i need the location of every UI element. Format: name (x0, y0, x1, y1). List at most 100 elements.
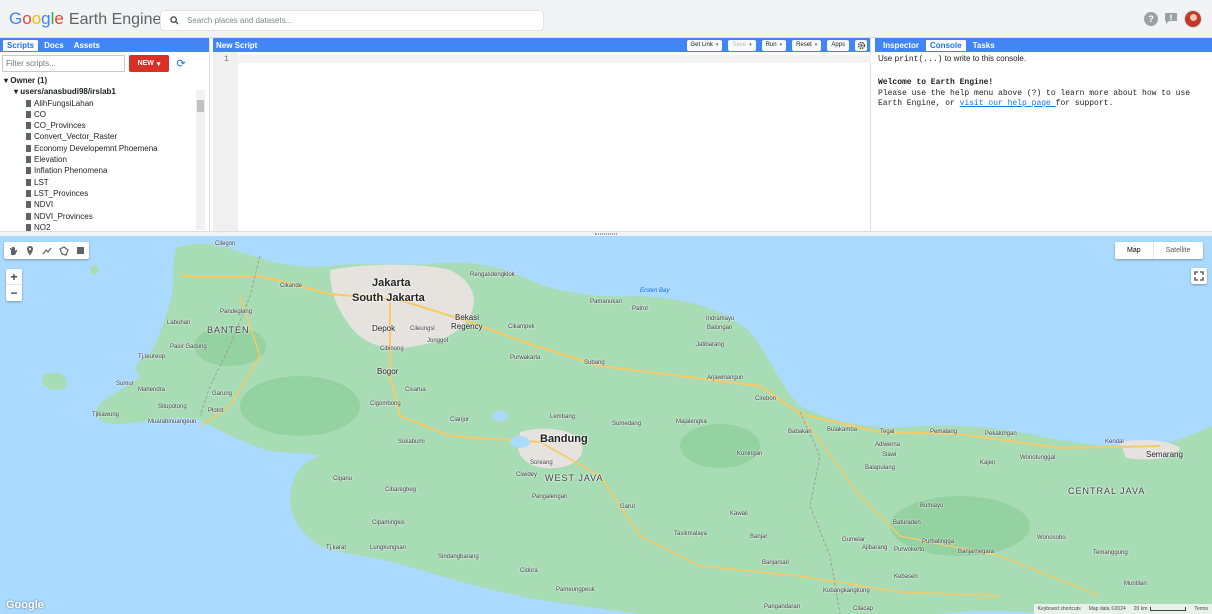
scripts-panel: Scripts Docs Assets NEW▾ ⟳ ▾ Owner (1) ▾… (0, 38, 210, 232)
filter-scripts-input[interactable] (2, 55, 125, 72)
script-file[interactable]: Economy Developemnt Phoemena (4, 143, 209, 154)
place-label: Ajibarang (862, 545, 888, 551)
place-label: Kebasen (894, 574, 918, 580)
place-label: Arjawinangun (707, 375, 744, 381)
chevron-down-icon[interactable]: ▾ (749, 42, 752, 48)
logo-letter: G (9, 9, 23, 28)
save-label: Save (732, 42, 747, 48)
place-label: Pangalengan (532, 494, 568, 500)
script-file[interactable]: NDVI_Provinces (4, 211, 209, 222)
scrollbar-thumb[interactable] (197, 100, 204, 112)
chevron-down-icon[interactable]: ▾ (815, 42, 818, 48)
apps-button[interactable]: Apps (827, 39, 849, 51)
place-label: Cilegon (215, 241, 236, 247)
help-icon[interactable]: ? (1144, 12, 1158, 26)
place-label: Situpotong (158, 404, 187, 410)
place-label: Cibaregbeg (385, 487, 417, 493)
script-file[interactable]: LST_Provinces (4, 188, 209, 199)
place-label: Bulakamba (827, 427, 858, 433)
place-label: Pekalongan (985, 431, 1017, 437)
script-file[interactable]: CO_Provinces (4, 120, 209, 131)
tab-assets[interactable]: Assets (70, 40, 104, 51)
refresh-icon[interactable]: ⟳ (173, 56, 189, 72)
place-label: Soreang (530, 460, 553, 466)
place-label: Majalengka (676, 419, 707, 425)
place-label: Ciganu (333, 476, 353, 482)
scripts-scrollbar[interactable] (196, 90, 205, 230)
place-label: Cisarua (405, 387, 426, 393)
script-file[interactable]: Inflation Phenomena (4, 165, 209, 176)
script-file[interactable]: Convert_Vector_Raster (4, 131, 209, 142)
place-label: Bandung (540, 433, 588, 445)
search-box[interactable] (160, 10, 544, 31)
tab-console[interactable]: Console (926, 39, 966, 51)
place-label: Jonggol (427, 338, 449, 344)
code-area[interactable] (238, 55, 871, 63)
google-logo[interactable]: Google (6, 599, 44, 611)
pan-hand-icon[interactable] (4, 242, 21, 259)
reset-button[interactable]: Reset ▾ (792, 39, 822, 51)
place-label: South Jakarta (352, 292, 425, 304)
product-name: Earth Engine (68, 11, 162, 28)
search-input[interactable] (187, 16, 527, 25)
place-label: Garung (212, 391, 233, 397)
tab-scripts[interactable]: Scripts (3, 39, 39, 51)
google-earth-engine-logo[interactable]: Google Earth Engine (9, 9, 161, 31)
place-label: Tj.teureup (138, 354, 166, 360)
place-label: Purbalingga (922, 539, 955, 545)
map-type-satellite-button[interactable]: Satellite (1154, 242, 1203, 259)
place-label: Lungkungsan (370, 545, 407, 551)
zoom-in-button[interactable]: + (6, 269, 22, 285)
place-label: Babakan (788, 429, 812, 435)
script-file[interactable]: Elevation (4, 154, 209, 165)
marker-icon[interactable] (21, 242, 38, 259)
run-button[interactable]: Run ▾ (761, 39, 787, 51)
place-label: Cileungsi (410, 326, 435, 332)
rectangle-icon[interactable] (72, 242, 89, 259)
place-label: Sumedang (612, 421, 642, 427)
place-label: Kajen (980, 460, 996, 466)
new-button[interactable]: NEW ▾ (129, 55, 169, 72)
feedback-icon[interactable] (1164, 12, 1178, 27)
place-label: Kubangkangkung (823, 588, 870, 594)
chevron-down-icon[interactable]: ▾ (716, 42, 719, 48)
line-icon[interactable] (38, 242, 55, 259)
script-file[interactable]: AlihFungsiLahan (4, 98, 209, 109)
zoom-out-button[interactable]: − (6, 285, 22, 301)
place-label: Wonotunggal (1020, 455, 1056, 461)
place-label: Kawali (730, 511, 748, 517)
place-label: Cibinong (380, 346, 404, 352)
get-link-button[interactable]: Get Link ▾ (686, 39, 723, 51)
script-file[interactable]: NDVI (4, 199, 209, 210)
tab-docs[interactable]: Docs (40, 40, 68, 51)
avatar[interactable] (1184, 10, 1202, 28)
script-file[interactable]: LST (4, 177, 209, 188)
terms-link[interactable]: Terms (1194, 606, 1208, 612)
tab-tasks[interactable]: Tasks (969, 40, 999, 51)
tab-inspector[interactable]: Inspector (879, 40, 923, 51)
map-view[interactable]: Cilegon Cikande Jakarta South Jakarta Re… (0, 236, 1212, 614)
place-label: Depok (372, 324, 396, 333)
logo-letter: e (54, 9, 64, 28)
drag-handle[interactable] (595, 233, 617, 235)
fullscreen-icon[interactable] (1191, 268, 1207, 284)
place-label: Ersten Bay (640, 288, 670, 294)
save-button[interactable]: Save ▾ (728, 39, 756, 51)
place-label: Ciwidey (516, 472, 538, 478)
keyboard-shortcuts-link[interactable]: Keyboard shortcuts (1038, 606, 1081, 612)
help-page-link[interactable]: visit our help page (960, 99, 1056, 108)
place-label: Cirebon (755, 396, 777, 402)
top-bar: Google Earth Engine ? (0, 0, 1212, 38)
tree-repo[interactable]: ▾ users/anasbudi98/irslab1 (4, 86, 209, 97)
place-label: Pandeglang (220, 309, 253, 315)
script-file[interactable]: CO (4, 109, 209, 120)
chevron-down-icon[interactable]: ▾ (780, 42, 783, 48)
map-basemap (42, 243, 1212, 614)
scale-bar[interactable]: 20 km (1134, 606, 1187, 612)
place-label: Patrol (632, 306, 648, 312)
gear-icon[interactable] (855, 39, 867, 51)
tree-owner[interactable]: ▾ Owner (1) (4, 75, 209, 86)
polygon-icon[interactable] (55, 242, 72, 259)
place-label: Cikampek (508, 324, 535, 330)
map-type-map-button[interactable]: Map (1115, 242, 1154, 259)
